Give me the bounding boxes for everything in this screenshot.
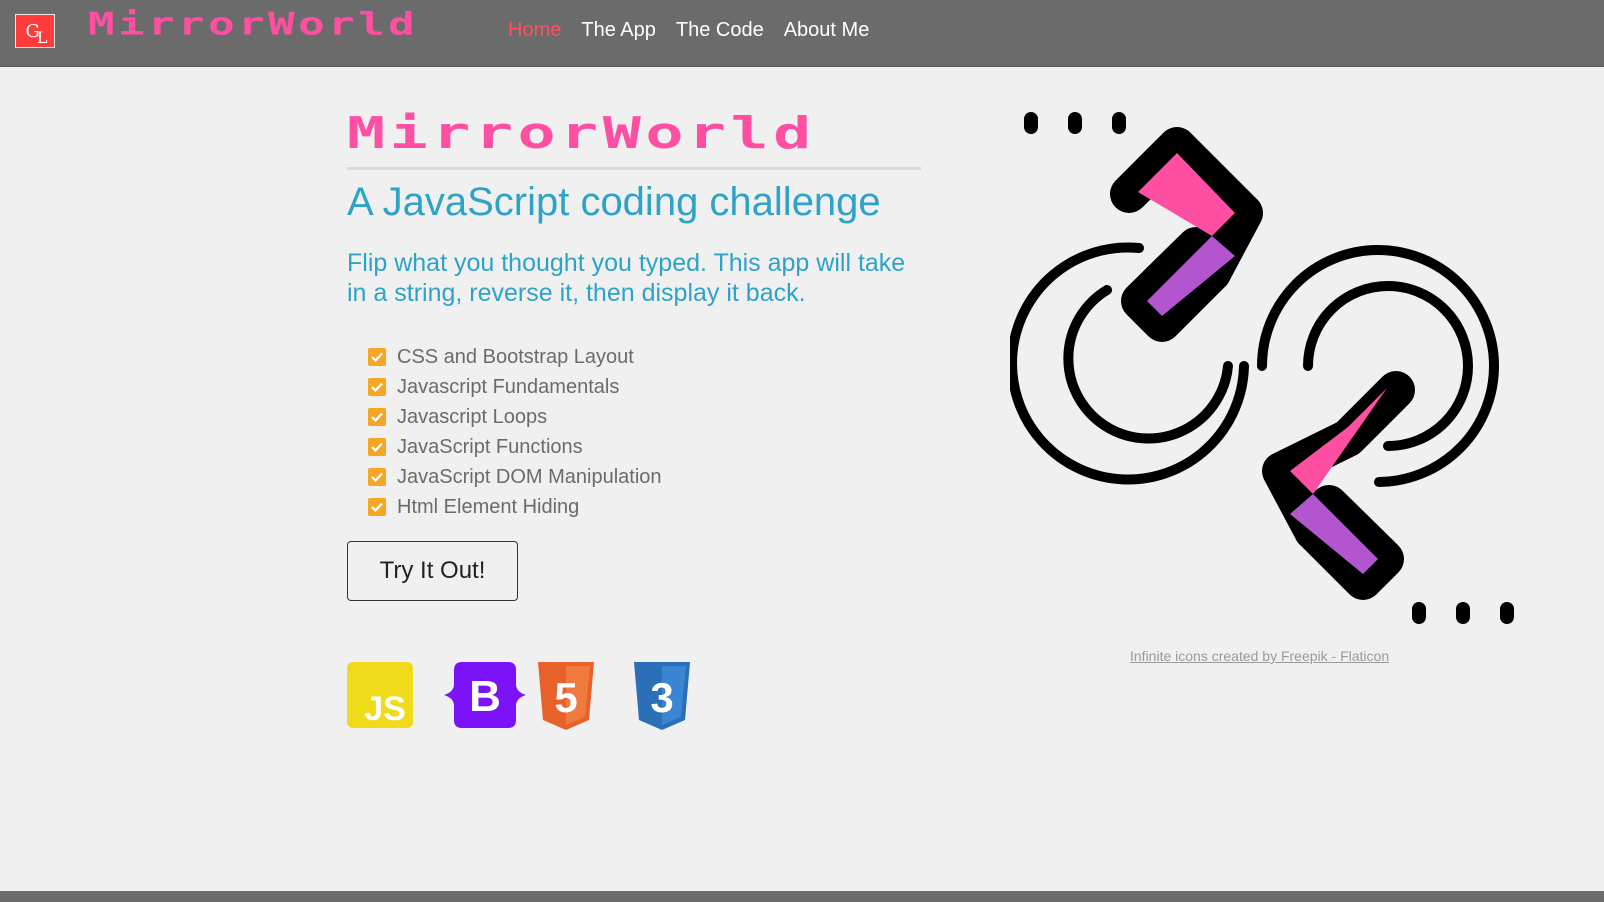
nav-link-about-me[interactable]: About Me	[784, 19, 870, 42]
feature-label: JavaScript DOM Manipulation	[397, 465, 662, 488]
checkbox-icon	[368, 408, 386, 426]
dots-bottom-icon	[1412, 602, 1514, 624]
gl-logo[interactable]: GL	[15, 14, 55, 48]
feature-list: CSS and Bootstrap Layout Javascript Fund…	[368, 342, 662, 522]
hero-title-wrapper: MirrorWorld	[347, 108, 921, 172]
feature-label: Javascript Loops	[397, 405, 548, 428]
checkbox-icon	[368, 468, 386, 486]
top-navbar: GL MirrorWorld Home The App The Code Abo…	[0, 0, 1604, 67]
list-item: JavaScript Functions	[368, 432, 662, 462]
logo-letter-l: L	[36, 27, 47, 47]
title-divider	[347, 167, 921, 170]
list-item: CSS and Bootstrap Layout	[368, 342, 662, 372]
navbar-brand: MirrorWorld	[88, 6, 419, 43]
infinite-arrows-icon	[1010, 112, 1514, 624]
feature-label: Javascript Fundamentals	[397, 375, 620, 398]
html5-icon: 5	[538, 662, 594, 730]
feature-label: JavaScript Functions	[397, 435, 583, 458]
nav-link-home[interactable]: Home	[508, 19, 561, 42]
javascript-icon-text: JS	[364, 690, 406, 728]
bootstrap-icon: B	[444, 662, 526, 728]
nav-link-the-code[interactable]: The Code	[676, 19, 764, 42]
hero-subtitle: A JavaScript coding challenge	[347, 180, 881, 224]
feature-label: Html Element Hiding	[397, 495, 580, 518]
hero-lead: Flip what you thought you typed. This ap…	[347, 249, 906, 307]
checkbox-icon	[368, 378, 386, 396]
navbar-brand-link[interactable]: MirrorWorld	[88, 6, 415, 50]
checkbox-icon	[368, 438, 386, 456]
css3-icon: 3	[634, 662, 690, 730]
nav-links: Home The App The Code About Me	[508, 19, 869, 42]
checkbox-icon	[368, 498, 386, 516]
html5-icon-text: 5	[554, 674, 577, 721]
attribution-link[interactable]: Infinite icons created by Freepik - Flat…	[1130, 648, 1389, 664]
feature-label: CSS and Bootstrap Layout	[397, 345, 634, 368]
list-item: Javascript Fundamentals	[368, 372, 662, 402]
list-item: Html Element Hiding	[368, 492, 662, 522]
javascript-icon: JS	[347, 662, 413, 728]
logo-letter-g: G	[25, 20, 39, 42]
list-item: JavaScript DOM Manipulation	[368, 462, 662, 492]
checkbox-icon	[368, 348, 386, 366]
try-it-out-button[interactable]: Try It Out!	[347, 541, 518, 601]
hero-title: MirrorWorld	[347, 108, 816, 159]
list-item: Javascript Loops	[368, 402, 662, 432]
dots-top-icon	[1024, 112, 1126, 134]
bootstrap-icon-text: B	[469, 672, 501, 721]
css3-icon-text: 3	[650, 674, 673, 721]
nav-link-the-app[interactable]: The App	[581, 19, 656, 42]
footer-bar	[0, 891, 1604, 902]
